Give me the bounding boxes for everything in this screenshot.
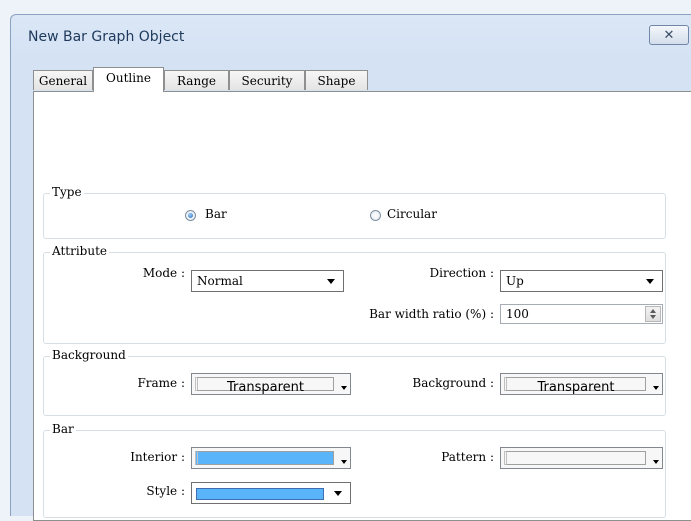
frame-value: Transparent xyxy=(227,380,304,395)
frame-label: Frame : xyxy=(137,376,185,390)
bar-group-legend: Bar xyxy=(50,422,76,436)
bar-group: Bar Interior : Pattern : Style : xyxy=(43,422,666,518)
dropdown-arrow-icon xyxy=(341,460,347,464)
style-color-swatch xyxy=(196,488,324,500)
interior-color-picker[interactable] xyxy=(191,447,351,469)
tab-shape[interactable]: Shape xyxy=(305,70,368,90)
tab-range[interactable]: Range xyxy=(164,70,229,90)
tab-panel: Type Bar Circular Attribute Mode : Norma… xyxy=(33,91,691,521)
spin-up-icon[interactable] xyxy=(650,309,656,313)
bar-width-ratio-label: Bar width ratio (%) : xyxy=(369,307,494,321)
mode-label: Mode : xyxy=(142,266,185,280)
background-color-picker[interactable]: Transparent xyxy=(500,373,663,395)
tab-security[interactable]: Security xyxy=(229,70,305,90)
direction-select-value: Up xyxy=(506,274,524,288)
background-value: Transparent xyxy=(537,380,615,395)
pattern-label: Pattern : xyxy=(441,450,494,464)
type-group: Type Bar Circular xyxy=(43,185,666,239)
spin-down-icon[interactable] xyxy=(650,315,656,319)
background-group-legend: Background xyxy=(50,348,128,362)
radio-bar-label: Bar xyxy=(205,207,227,221)
background-group: Background Frame : Transparent Backgroun… xyxy=(43,348,666,416)
bar-width-ratio-value: 100 xyxy=(506,307,529,321)
dropdown-arrow-icon xyxy=(653,386,659,390)
direction-select[interactable]: Up xyxy=(500,270,663,292)
bar-width-ratio-input[interactable]: 100 xyxy=(500,304,663,324)
mode-select[interactable]: Normal xyxy=(191,270,344,292)
radio-circular[interactable] xyxy=(370,210,381,221)
chevron-down-icon xyxy=(327,279,335,284)
spin-buttons[interactable] xyxy=(645,306,661,322)
type-group-legend: Type xyxy=(50,185,84,199)
direction-label: Direction : xyxy=(429,266,495,280)
radio-bar[interactable] xyxy=(185,210,196,221)
interior-label: Interior : xyxy=(130,450,185,464)
radio-circular-label: Circular xyxy=(387,207,437,221)
close-button[interactable]: ✕ xyxy=(649,25,689,45)
dropdown-arrow-icon xyxy=(341,386,347,390)
tab-general[interactable]: General xyxy=(33,70,93,90)
dialog-window: New Bar Graph Object ✕ General Outline R… xyxy=(10,14,691,521)
dialog-title: New Bar Graph Object xyxy=(28,29,185,45)
frame-swatch: Transparent xyxy=(195,377,334,395)
tab-outline[interactable]: Outline xyxy=(93,67,164,92)
attribute-group-legend: Attribute xyxy=(50,244,110,258)
frame-color-picker[interactable]: Transparent xyxy=(191,373,351,395)
pattern-picker[interactable] xyxy=(500,447,663,469)
chevron-down-icon xyxy=(646,279,654,284)
background-label: Background : xyxy=(412,376,494,390)
dropdown-arrow-icon xyxy=(653,460,659,464)
mode-select-value: Normal xyxy=(197,274,243,288)
pattern-swatch xyxy=(504,451,646,465)
style-label: Style : xyxy=(146,484,185,498)
chevron-down-icon xyxy=(334,491,342,496)
close-icon: ✕ xyxy=(663,27,675,43)
interior-swatch xyxy=(195,451,334,465)
style-select[interactable] xyxy=(191,482,351,504)
background-swatch: Transparent xyxy=(504,377,646,395)
attribute-group: Attribute Mode : Normal Direction : Up B… xyxy=(43,244,666,344)
